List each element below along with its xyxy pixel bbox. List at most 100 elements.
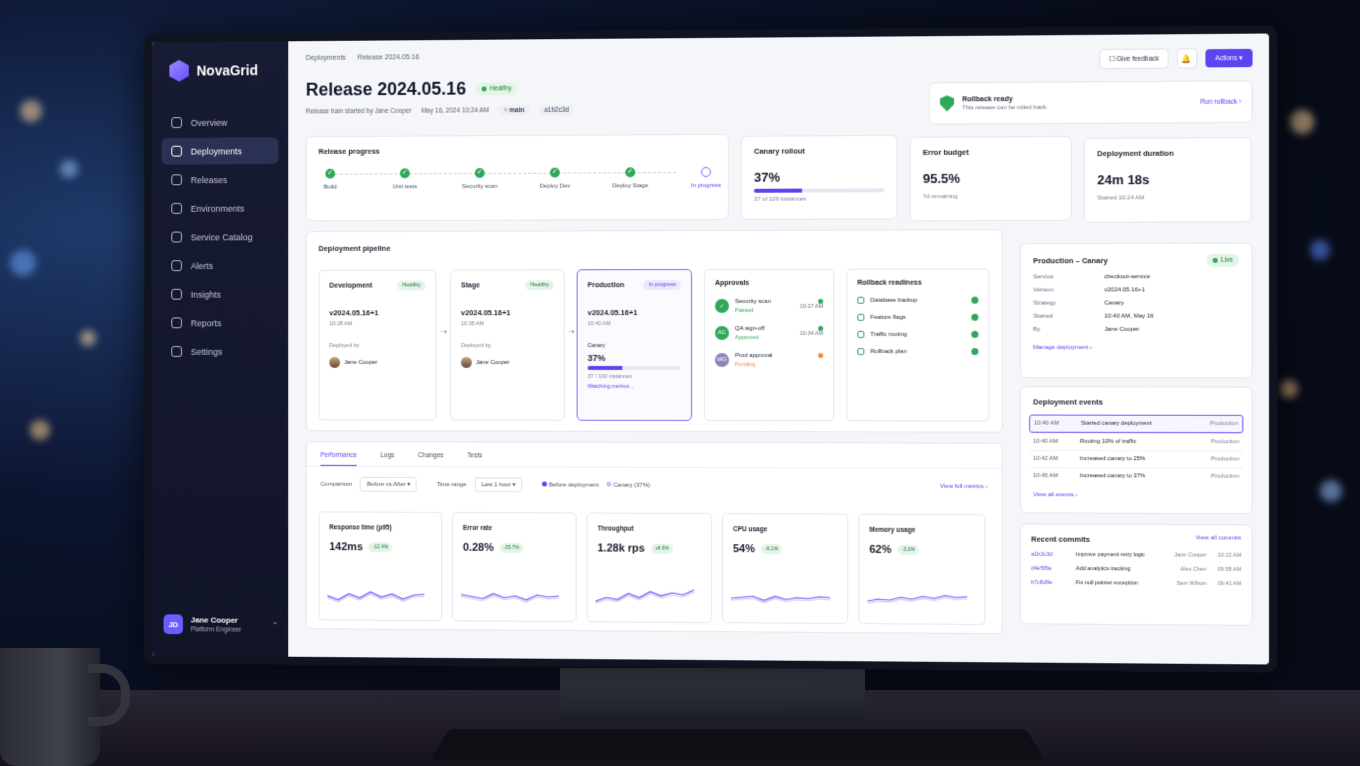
bokeh-light: [1290, 110, 1314, 134]
sidebar-item-environments[interactable]: Environments: [162, 195, 279, 222]
view-all-commits-link[interactable]: View all commits: [1196, 535, 1242, 544]
approval-item: ✓ Security scan Passed 10:27 AM: [715, 299, 823, 314]
deployed-by-user: Jane Cooper: [476, 359, 510, 365]
metric-card-response-time-p[interactable]: Response time (p95) 142ms -12.4%: [319, 511, 443, 621]
event-env: Production: [1211, 474, 1239, 480]
time-range-select[interactable]: Last 1 hour ▾: [474, 477, 522, 492]
sparkline-chart: [867, 585, 968, 612]
commit-chip[interactable]: a1b2c3d: [539, 105, 574, 116]
approval-meta: [818, 353, 823, 358]
commit-message: Fix null pointer exception: [1076, 580, 1160, 587]
metric-card-throughput[interactable]: Throughput 1.28k rps +8.6%: [587, 513, 712, 624]
metric-value: 1.28k rps: [597, 542, 644, 554]
event-row[interactable]: 10:45 AM Increased canary to 37% Productio…: [1029, 467, 1243, 485]
approval-info: Security scan Passed: [735, 299, 771, 314]
breadcrumb-deployments[interactable]: Deployments: [306, 55, 346, 62]
approval-name: Prod approval: [735, 353, 772, 359]
bell-icon[interactable]: 🔔: [1176, 48, 1196, 68]
deployed-by-user: Jane Cooper: [344, 359, 378, 365]
sidebar-item-reports[interactable]: Reports: [162, 309, 279, 336]
sidebar-item-insights[interactable]: Insights: [162, 281, 279, 308]
check-circle-icon: ✓: [325, 169, 335, 179]
view-all-events-link[interactable]: View all events ›: [1029, 492, 1243, 499]
stage-card-stage[interactable]: Stage Healthy v2024.05.16+1 10:35 AM Depl…: [450, 269, 565, 420]
event-row[interactable]: 10:40 AM Started canary deployment Product…: [1029, 415, 1243, 434]
sidebar-item-releases[interactable]: Releases: [162, 166, 279, 193]
canary-instances: 37 / 100 instances: [588, 374, 681, 380]
canary-progress-fill: [754, 189, 802, 193]
sidebar-item-label: Insights: [191, 289, 221, 299]
run-rollback-link[interactable]: Run rollback ›: [1200, 98, 1241, 105]
canary-rollout-sub: 37 of 100 instances: [754, 196, 885, 203]
stage-card-development[interactable]: Development Healthy v2024.05.16+1 10:28 A…: [319, 270, 437, 421]
event-row[interactable]: 10:40 AM Routing 10% of traffic Production: [1029, 433, 1243, 451]
chevron-up-icon[interactable]: ⌃: [272, 620, 279, 629]
release-progress-card: Release progress ✓ Build ✓ Unit tests ✓ Secur…: [306, 134, 729, 221]
sparkline-chart: [595, 583, 695, 610]
commit-hash[interactable]: b7c8d9e: [1031, 580, 1076, 586]
commit-row[interactable]: d4e5f6a Add analytics tracking Alex Chen 09…: [1031, 566, 1241, 573]
user-menu[interactable]: JD Jane Cooper Platform Engineer ⌃: [164, 614, 279, 635]
stage-card-production[interactable]: Production In progress v2024.05.16+1 10:4…: [577, 269, 692, 421]
app-name: NovaGrid: [197, 62, 258, 78]
metric-title: Error rate: [463, 525, 566, 532]
commit-time: 10:12 AM: [1206, 553, 1241, 559]
logo[interactable]: NovaGrid: [152, 41, 288, 107]
detail-row: Strategy Canary: [1033, 300, 1239, 306]
give-feedback-button[interactable]: ☐ Give feedback: [1100, 48, 1169, 69]
tab-tests[interactable]: Tests: [467, 452, 482, 466]
view-all-events-label: View all events: [1033, 492, 1074, 498]
commit-hash[interactable]: d4e5f6a: [1031, 566, 1076, 572]
sidebar-item-alerts[interactable]: Alerts: [162, 252, 279, 279]
tab-changes[interactable]: Changes: [418, 452, 444, 466]
tab-logs[interactable]: Logs: [380, 452, 394, 466]
metric-card-error-rate[interactable]: Error rate 0.28% -35.7%: [452, 512, 577, 622]
readiness-label: Feature flags: [870, 314, 905, 320]
deployment-duration-title: Deployment duration: [1097, 148, 1238, 158]
approval-item: MG Prod approval Pending: [715, 353, 823, 368]
commit-hash[interactable]: a1b2c3d: [1031, 552, 1076, 558]
sidebar-item-service-catalog[interactable]: Service Catalog: [162, 223, 279, 250]
view-full-metrics-link[interactable]: View full metrics ›: [940, 483, 987, 489]
checkbox-icon: [857, 314, 864, 321]
metric-delta: -6.1%: [761, 544, 782, 554]
approval-time: 10:27 AM: [800, 304, 823, 310]
progress-step: ✓ Security scan: [450, 168, 509, 190]
detail-row: Version v2024.05.16+1: [1033, 287, 1239, 293]
detail-key: Service: [1033, 274, 1104, 280]
box-icon: [171, 174, 182, 185]
sidebar-item-label: Environments: [191, 203, 245, 213]
sparkline-series: [731, 598, 830, 603]
sidebar-item-label: Service Catalog: [191, 232, 253, 242]
actions-button[interactable]: Actions ▾: [1205, 49, 1253, 68]
progress-step-label: Deploy Stage: [600, 183, 660, 189]
metric-card-memory-usage[interactable]: Memory usage 62% -3.3%: [858, 514, 985, 625]
sidebar-item-settings[interactable]: Settings: [162, 338, 279, 365]
chevron-down-icon: ▾: [1239, 55, 1242, 62]
metric-delta: -12.4%: [369, 542, 392, 552]
detail-key: Started: [1033, 314, 1104, 320]
commit-row[interactable]: b7c8d9e Fix null pointer exception Sam Wil…: [1031, 580, 1241, 587]
comparison-value: Before vs After: [367, 482, 406, 488]
comparison-select[interactable]: Before vs After ▾: [360, 477, 417, 492]
checkbox-icon: [857, 348, 864, 355]
user-role: Platform Engineer: [191, 626, 242, 633]
event-row[interactable]: 10:42 AM Increased canary to 25% Productio…: [1029, 450, 1243, 468]
branch-icon: ⑂: [504, 107, 508, 114]
manage-deployment-link[interactable]: Manage deployment ›: [1033, 345, 1239, 351]
sidebar-item-overview[interactable]: Overview: [162, 109, 279, 136]
time-range-value: Last 1 hour: [481, 482, 511, 488]
tab-performance[interactable]: Performance: [320, 452, 356, 466]
approval-status: Pending: [735, 362, 772, 368]
error-budget-title: Error budget: [923, 147, 1059, 157]
commit-row[interactable]: a1b2c3d Improve payment retry logic Jane C…: [1031, 552, 1241, 559]
commit-author: Alex Chen: [1159, 567, 1206, 573]
branch-chip[interactable]: ⑂ main: [499, 105, 530, 116]
metric-delta: -3.3%: [898, 545, 919, 555]
stage-badge: Healthy: [397, 280, 425, 290]
rollback-title: Rollback ready: [962, 95, 1046, 103]
sidebar-item-deployments[interactable]: Deployments: [162, 137, 279, 164]
monitor-stand: [560, 668, 865, 722]
commit-time: 09:58 AM: [1206, 567, 1241, 573]
metric-card-cpu-usage[interactable]: CPU usage 54% -6.1%: [722, 513, 848, 624]
